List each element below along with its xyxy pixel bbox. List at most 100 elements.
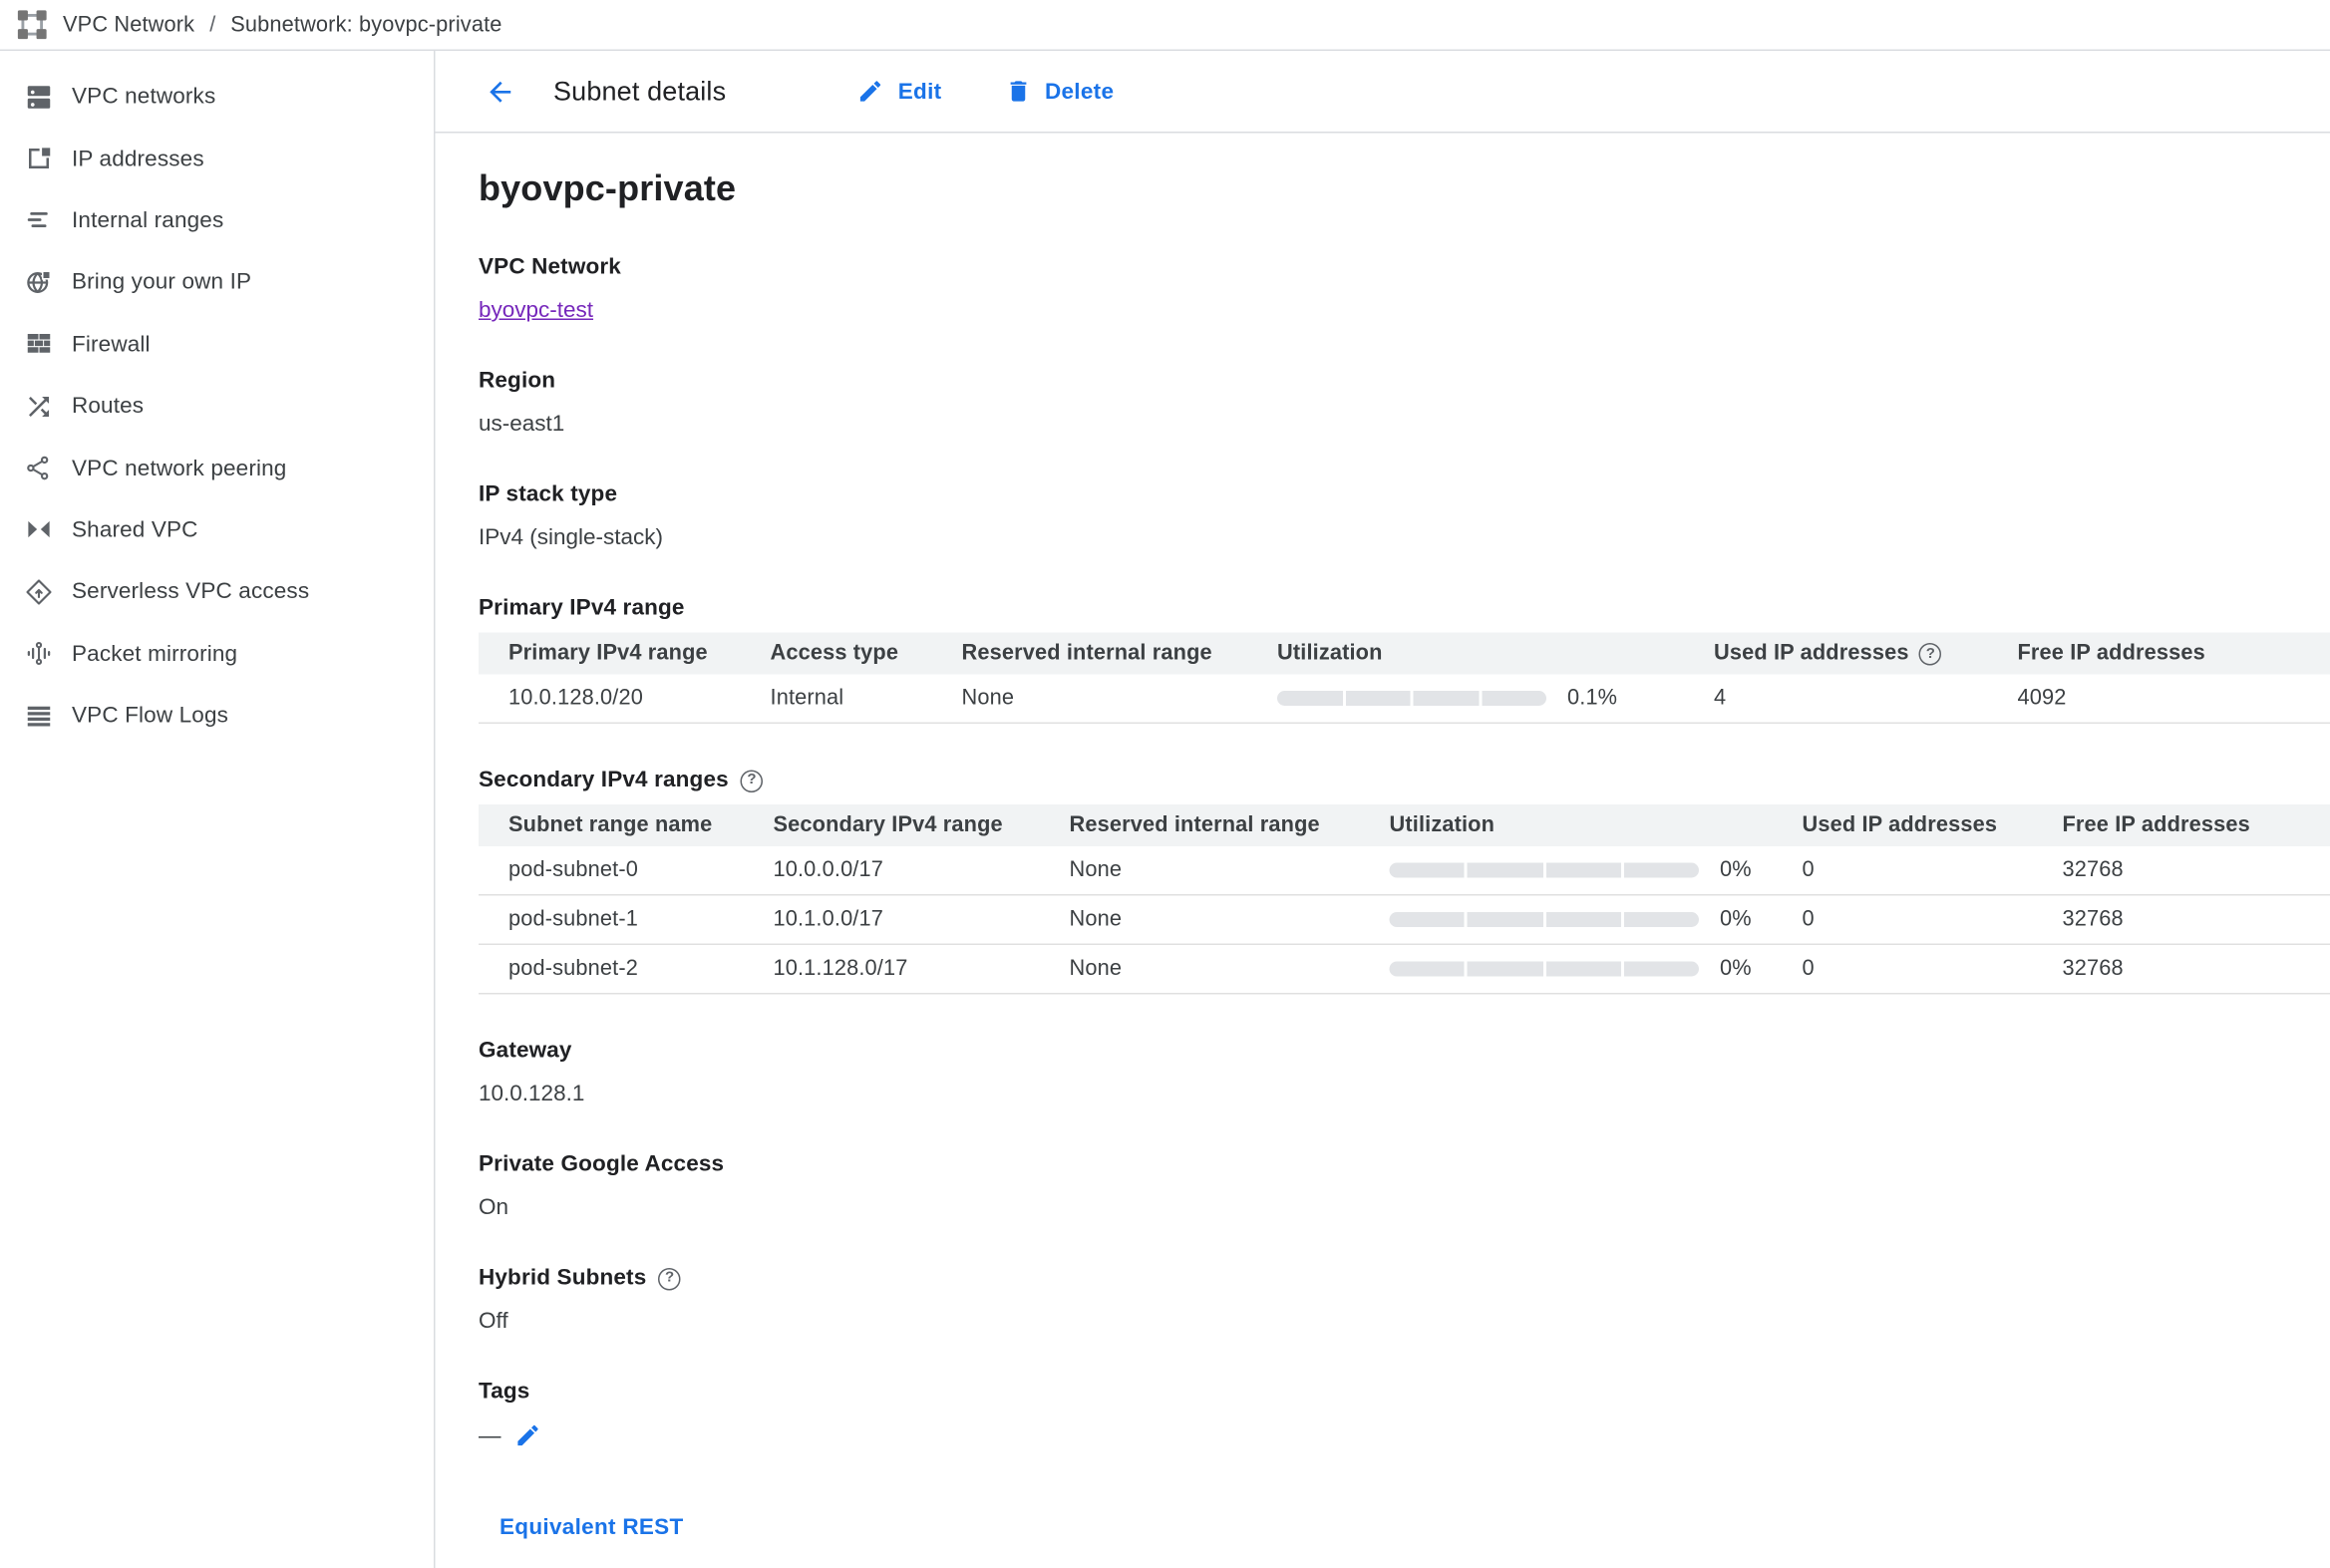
sidebar-item-label: IP addresses bbox=[72, 146, 204, 171]
sidebar-item-label: VPC network peering bbox=[72, 456, 286, 481]
field-value: Off bbox=[479, 1309, 2330, 1336]
pencil-icon bbox=[857, 78, 884, 105]
field-label: Tags bbox=[479, 1379, 2330, 1406]
cell-primary-range: 10.0.128.0/20 bbox=[479, 675, 741, 724]
field-region: Region us-east1 bbox=[479, 368, 2330, 439]
cell-reserved-range: None bbox=[1040, 944, 1360, 994]
equivalent-rest-button[interactable]: Equivalent REST bbox=[497, 1506, 687, 1550]
primary-range-table: Primary IPv4 range Access type Reserved … bbox=[479, 633, 2330, 725]
table-row: 10.0.128.0/20 Internal None 0.1% 4 4092 bbox=[479, 675, 2330, 724]
field-label: Gateway bbox=[479, 1038, 2330, 1065]
sidebar-item-bring-your-own-ip[interactable]: Bring your own IP bbox=[0, 251, 434, 313]
cell-range-name: pod-subnet-2 bbox=[479, 944, 744, 994]
trash-icon bbox=[1004, 78, 1031, 105]
edit-button-label: Edit bbox=[898, 79, 942, 105]
cell-free-ip: 32768 bbox=[2033, 944, 2330, 994]
column-header: Free IP addresses bbox=[1988, 633, 2330, 675]
field-label: Hybrid Subnets ? bbox=[479, 1265, 2330, 1292]
field-hybrid-subnets: Hybrid Subnets ? Off bbox=[479, 1265, 2330, 1336]
column-header: Access type bbox=[741, 633, 932, 675]
breadcrumb-separator: / bbox=[209, 13, 215, 37]
cell-used-ip: 0 bbox=[1773, 846, 2033, 895]
utilization-percent: 0.1% bbox=[1567, 687, 1617, 711]
field-gateway: Gateway 10.0.128.1 bbox=[479, 1038, 2330, 1108]
help-icon[interactable]: ? bbox=[1919, 642, 1942, 665]
field-value: IPv4 (single-stack) bbox=[479, 525, 2330, 552]
cell-range-name: pod-subnet-0 bbox=[479, 846, 744, 895]
sidebar-item-packet-mirroring[interactable]: Packet mirroring bbox=[0, 623, 434, 685]
routes-icon bbox=[24, 391, 54, 421]
sidebar-item-label: Firewall bbox=[72, 332, 151, 358]
cell-utilization: 0.1% bbox=[1247, 675, 1684, 724]
field-value: 10.0.128.1 bbox=[479, 1082, 2330, 1108]
subnet-details-content: byovpc-private VPC Network byovpc-test R… bbox=[436, 134, 2330, 1550]
sidebar-item-label: VPC networks bbox=[72, 84, 215, 110]
utilization-percent: 0% bbox=[1720, 908, 1752, 932]
cell-reserved-range: None bbox=[1040, 846, 1360, 895]
sidebar-item-label: Serverless VPC access bbox=[72, 579, 309, 605]
utilization-percent: 0% bbox=[1720, 957, 1752, 981]
delete-button-label: Delete bbox=[1045, 79, 1114, 105]
sidebar-item-vpc-networks[interactable]: VPC networks bbox=[0, 66, 434, 128]
sidebar-item-vpc-network-peering[interactable]: VPC network peering bbox=[0, 438, 434, 499]
column-header: Free IP addresses bbox=[2033, 804, 2330, 846]
ip-addresses-icon bbox=[24, 144, 54, 173]
cell-secondary-range: 10.0.0.0/17 bbox=[744, 846, 1040, 895]
column-header: Reserved internal range bbox=[932, 633, 1248, 675]
arrow-back-icon bbox=[485, 76, 516, 108]
cell-utilization: 0% bbox=[1360, 944, 1773, 994]
sidebar: VPC networks IP addresses Internal range… bbox=[0, 51, 436, 1568]
sidebar-item-label: VPC Flow Logs bbox=[72, 703, 228, 729]
column-header: Utilization bbox=[1247, 633, 1684, 675]
cell-reserved-range: None bbox=[1040, 895, 1360, 945]
primary-range-section-title: Primary IPv4 range bbox=[479, 595, 2330, 622]
vpc-networks-icon bbox=[24, 82, 54, 112]
column-header: Used IP addresses bbox=[1773, 804, 2033, 846]
help-icon[interactable]: ? bbox=[658, 1267, 681, 1290]
sidebar-item-label: Internal ranges bbox=[72, 207, 223, 233]
subnet-name-title: byovpc-private bbox=[479, 169, 2330, 211]
cell-secondary-range: 10.1.128.0/17 bbox=[744, 944, 1040, 994]
table-row: pod-subnet-1 10.1.0.0/17 None 0% 0 32768 bbox=[479, 895, 2330, 945]
sidebar-item-label: Packet mirroring bbox=[72, 641, 237, 667]
screen: VPC Network / Subnetwork: byovpc-private… bbox=[0, 0, 2330, 1568]
edit-tags-pencil-icon[interactable] bbox=[514, 1422, 541, 1449]
sidebar-item-routes[interactable]: Routes bbox=[0, 375, 434, 437]
cell-used-ip: 4 bbox=[1684, 675, 1988, 724]
help-icon[interactable]: ? bbox=[741, 770, 764, 792]
cell-secondary-range: 10.1.0.0/17 bbox=[744, 895, 1040, 945]
cell-used-ip: 0 bbox=[1773, 944, 2033, 994]
vpc-network-peering-icon bbox=[24, 454, 54, 483]
sidebar-item-ip-addresses[interactable]: IP addresses bbox=[0, 128, 434, 189]
sidebar-item-serverless-vpc-access[interactable]: Serverless VPC access bbox=[0, 561, 434, 623]
sidebar-item-firewall[interactable]: Firewall bbox=[0, 313, 434, 375]
breadcrumb-product[interactable]: VPC Network bbox=[63, 13, 194, 37]
cell-range-name: pod-subnet-1 bbox=[479, 895, 744, 945]
tags-value: — bbox=[479, 1422, 501, 1448]
main-panel: Subnet details Edit Delete byovpc-privat… bbox=[436, 51, 2330, 1568]
utilization-percent: 0% bbox=[1720, 858, 1752, 882]
cell-free-ip: 32768 bbox=[2033, 846, 2330, 895]
breadcrumb-page: Subnetwork: byovpc-private bbox=[230, 13, 501, 37]
column-header: Primary IPv4 range bbox=[479, 633, 741, 675]
edit-button[interactable]: Edit bbox=[857, 78, 941, 105]
field-value: us-east1 bbox=[479, 412, 2330, 439]
column-header: Subnet range name bbox=[479, 804, 744, 846]
field-label: IP stack type bbox=[479, 481, 2330, 508]
utilization-bar bbox=[1390, 912, 1700, 927]
field-tags: Tags — bbox=[479, 1379, 2330, 1449]
vpc-network-link[interactable]: byovpc-test bbox=[479, 298, 593, 324]
secondary-ranges-section-label: Secondary IPv4 ranges bbox=[479, 768, 729, 794]
back-button[interactable] bbox=[485, 74, 520, 110]
delete-button[interactable]: Delete bbox=[1004, 78, 1114, 105]
secondary-ranges-section-title: Secondary IPv4 ranges ? bbox=[479, 768, 2330, 794]
field-vpc-network: VPC Network byovpc-test bbox=[479, 254, 2330, 325]
sidebar-item-shared-vpc[interactable]: Shared VPC bbox=[0, 499, 434, 561]
serverless-vpc-access-icon bbox=[24, 577, 54, 607]
sidebar-item-internal-ranges[interactable]: Internal ranges bbox=[0, 189, 434, 251]
cell-utilization: 0% bbox=[1360, 846, 1773, 895]
utilization-bar bbox=[1277, 691, 1546, 706]
sidebar-item-vpc-flow-logs[interactable]: VPC Flow Logs bbox=[0, 685, 434, 747]
page-header: Subnet details Edit Delete bbox=[436, 51, 2330, 134]
shared-vpc-icon bbox=[24, 515, 54, 545]
